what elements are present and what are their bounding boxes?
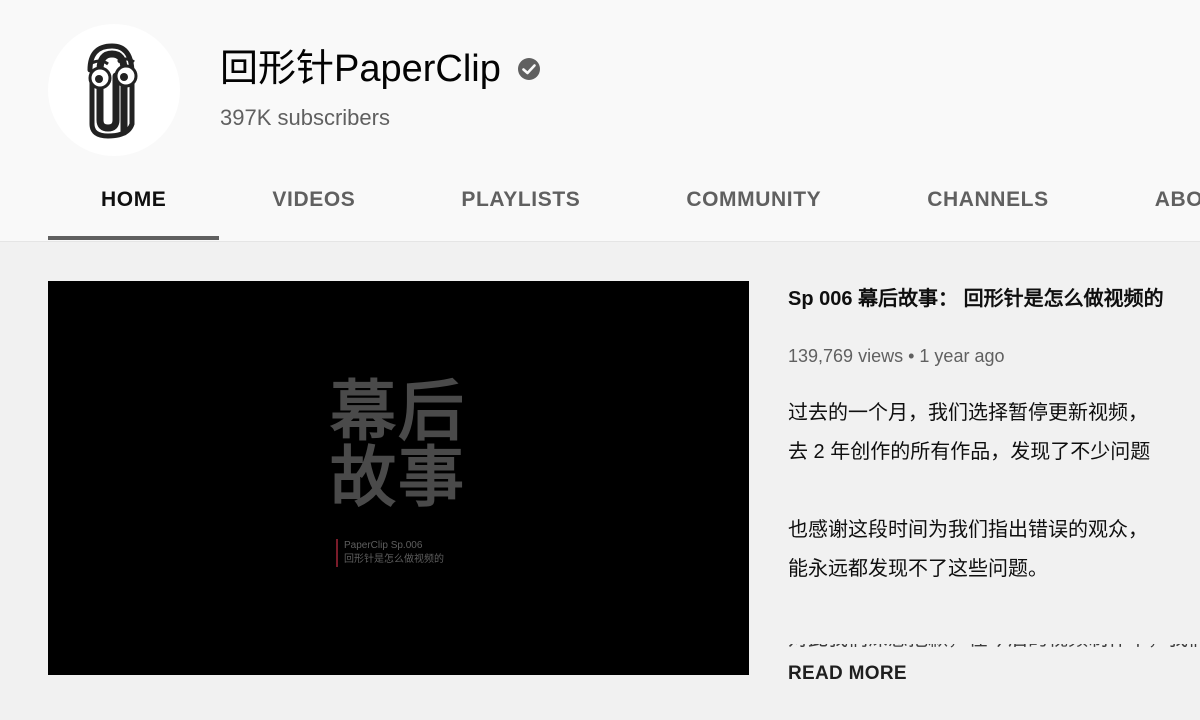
read-more-button[interactable]: READ MORE (788, 663, 907, 685)
description-line: 也感谢这段时间为我们指出错误的观众， (788, 519, 1148, 541)
tab-videos[interactable]: VIDEOS (219, 170, 408, 230)
tab-about[interactable]: ABOUT (1102, 170, 1200, 230)
description-line: 去 2 年创作的所有作品，发现了不少问题 (788, 441, 1151, 463)
channel-avatar[interactable] (48, 24, 180, 156)
description-truncated-line: 对此我们深感抱歉，在今后的视频制作中，我们 (788, 644, 1200, 658)
tab-community[interactable]: COMMUNITY (633, 170, 874, 230)
poster-title: 幕后 故事 (330, 379, 466, 511)
view-count: 139,769 views (788, 346, 904, 366)
tab-playlists[interactable]: PLAYLISTS (408, 170, 633, 230)
video-title[interactable]: Sp 006 幕后故事： 回形针是怎么做视频的 (788, 284, 1200, 314)
channel-tabs: HOME VIDEOS PLAYLISTS COMMUNITY CHANNELS… (48, 170, 1200, 242)
poster-caption-line: 回形针是怎么做视频的 (344, 554, 444, 565)
channel-header: 回形针PaperClip 397K subscribers HOME VIDEO… (0, 0, 1200, 242)
poster-caption-line: PaperClip Sp.006 (344, 540, 423, 551)
poster-title-line: 故事 (330, 439, 466, 516)
paperclip-logo-icon (87, 43, 138, 139)
description-paragraph: 也感谢这段时间为我们指出错误的观众， 能永远都发现不了这些问题。 (788, 511, 1200, 589)
description-paragraph: 过去的一个月，我们选择暂停更新视频， 去 2 年创作的所有作品，发现了不少问题 (788, 394, 1200, 472)
upload-age: 1 year ago (919, 346, 1005, 366)
tab-home[interactable]: HOME (48, 170, 220, 240)
verified-badge-icon (517, 57, 541, 81)
channel-name: 回形针PaperClip (220, 45, 541, 93)
tab-channels[interactable]: CHANNELS (874, 170, 1101, 230)
channel-name-text: 回形针PaperClip (220, 48, 501, 90)
video-player[interactable]: 幕后 故事 PaperClip Sp.006 回形针是怎么做视频的 (48, 281, 749, 675)
header-divider (0, 241, 1200, 242)
description-line: 能永远都发现不了这些问题。 (788, 558, 1048, 580)
poster-caption: PaperClip Sp.006 回形针是怎么做视频的 (336, 539, 444, 567)
video-description: 过去的一个月，我们选择暂停更新视频， 去 2 年创作的所有作品，发现了不少问题 … (788, 394, 1200, 589)
poster-title-line: 幕后 (330, 373, 466, 450)
subscriber-count: 397K subscribers (220, 105, 390, 130)
description-line: 过去的一个月，我们选择暂停更新视频， (788, 402, 1148, 424)
video-info: Sp 006 幕后故事： 回形针是怎么做视频的 139,769 views • … (788, 284, 1200, 589)
meta-separator: • (908, 346, 915, 366)
description-line: 对此我们深感抱歉，在今后的视频制作中，我们 (788, 644, 1200, 658)
video-metadata: 139,769 views • 1 year ago (788, 344, 1200, 368)
